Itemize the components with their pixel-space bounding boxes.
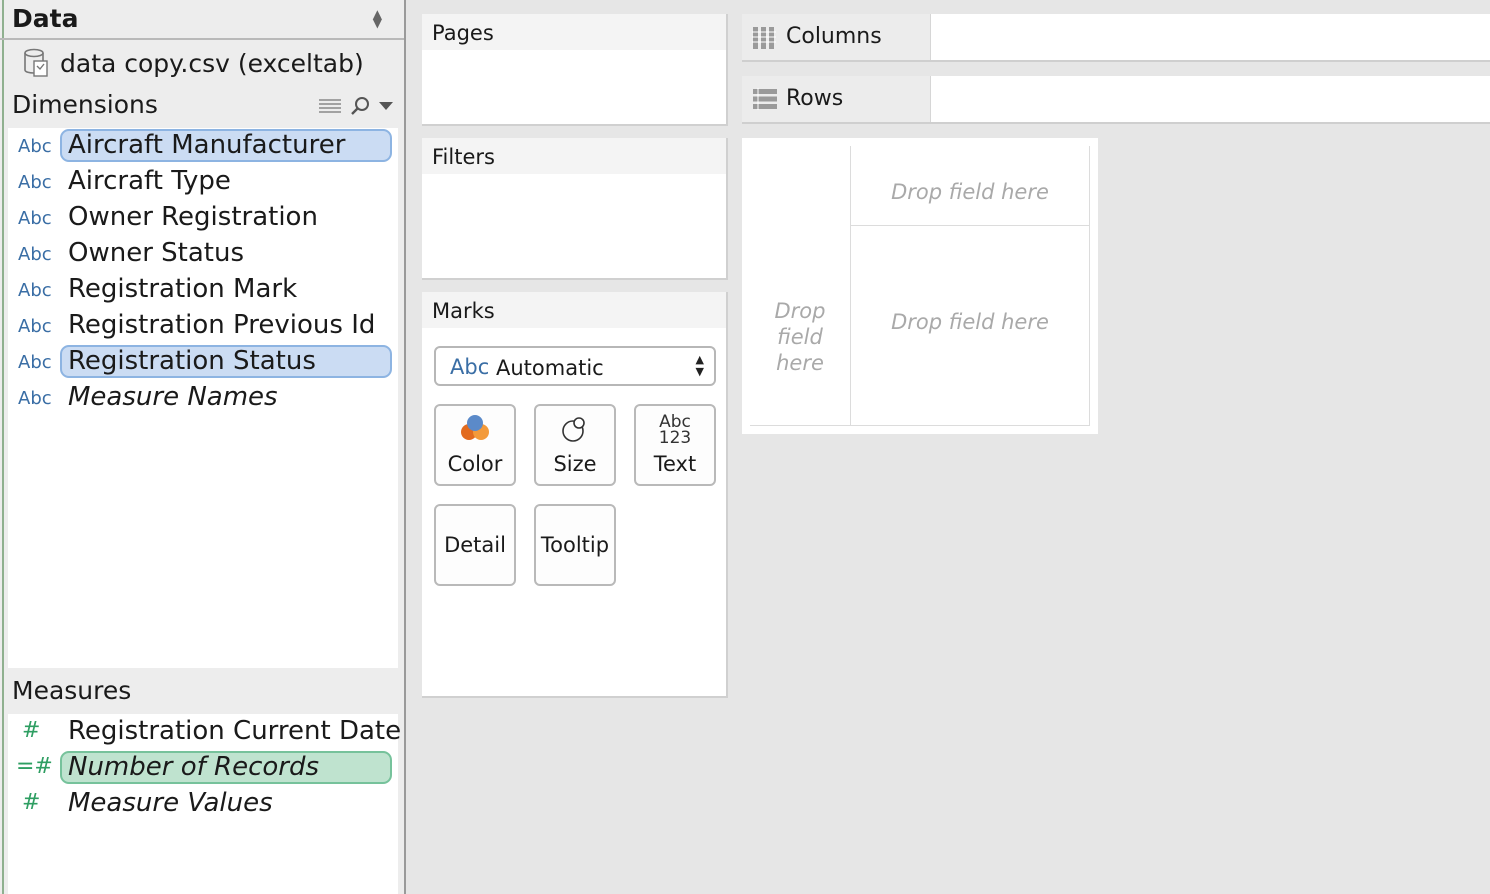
field-label: Aircraft Manufacturer (68, 130, 346, 160)
view-canvas: Drop field here Drop field here Drop fie… (742, 138, 1098, 434)
data-pane-header: Data ▲ ▼ (0, 0, 404, 40)
dimension-field-registration-mark[interactable]: Abc Registration Mark (8, 272, 398, 308)
text-icon-123: 123 (658, 428, 692, 448)
mark-type-icon: Abc (450, 355, 490, 379)
dimension-field-owner-status[interactable]: Abc Owner Status (8, 236, 398, 272)
measures-list: # Registration Current Date =# Number of… (8, 714, 402, 894)
text-button[interactable]: Abc 123 Text (634, 404, 716, 486)
dimension-field-owner-registration[interactable]: Abc Owner Registration (8, 200, 398, 236)
tooltip-button[interactable]: Tooltip (534, 504, 616, 586)
field-label: Registration Current Date (68, 716, 402, 746)
mark-type-select[interactable]: Abc Automatic ▲ ▼ (434, 346, 716, 386)
columns-shelf-header: Columns (742, 14, 931, 60)
string-type-icon: Abc (18, 352, 52, 373)
list-view-icon[interactable] (318, 97, 342, 115)
size-button-label: Size (553, 452, 597, 476)
string-type-icon: Abc (18, 172, 52, 193)
field-label: Owner Status (68, 238, 245, 268)
calculated-number-icon: =# (16, 754, 53, 779)
field-label: Measure Names (68, 382, 278, 412)
field-label: Registration Mark (68, 274, 298, 304)
measure-field-registration-current-date[interactable]: # Registration Current Date (8, 714, 402, 750)
text-icon: Abc 123 (658, 414, 692, 448)
columns-shelf[interactable]: Columns (742, 14, 1490, 62)
filters-card[interactable]: Filters (422, 138, 728, 280)
tableau-worksheet: Data ▲ ▼ data copy.csv (exceltab) Dimensi… (0, 0, 1490, 894)
measure-field-number-of-records[interactable]: =# Number of Records (8, 750, 398, 786)
marks-card: Marks Abc Automatic ▲ ▼ Color Size Abc 1… (422, 292, 728, 698)
data-pane: Data ▲ ▼ data copy.csv (exceltab) Dimensi… (0, 0, 406, 894)
rows-icon (753, 88, 777, 110)
columns-shelf-label: Columns (786, 24, 882, 49)
size-button[interactable]: Size (534, 404, 616, 486)
pages-card[interactable]: Pages (422, 14, 728, 126)
measures-title: Measures (12, 676, 132, 705)
dimension-field-aircraft-manufacturer[interactable]: Abc Aircraft Manufacturer (8, 128, 398, 164)
filters-card-title: Filters (422, 138, 726, 174)
detail-button-label: Detail (444, 533, 506, 557)
rows-shelf-label: Rows (786, 86, 844, 111)
field-label: Registration Previous Id (68, 310, 376, 340)
database-icon (24, 48, 48, 77)
columns-drop-zone[interactable]: Drop field here (850, 146, 1090, 226)
string-type-icon: Abc (18, 280, 52, 301)
string-type-icon: Abc (18, 208, 52, 229)
size-icon (562, 417, 585, 442)
field-label: Measure Values (68, 788, 273, 818)
number-type-icon: # (22, 718, 41, 743)
tooltip-button-label: Tooltip (540, 533, 610, 557)
rows-shelf-header: Rows (742, 76, 931, 122)
datasource-name: data copy.csv (exceltab) (60, 48, 364, 78)
field-label: Owner Registration (68, 202, 318, 232)
chevron-down-icon[interactable] (378, 100, 394, 112)
rows-shelf[interactable]: Rows (742, 76, 1490, 124)
dimension-field-registration-previous-id[interactable]: Abc Registration Previous Id (8, 308, 398, 344)
marks-card-title: Marks (422, 292, 726, 328)
dimensions-list: Abc Aircraft Manufacturer Abc Aircraft T… (8, 128, 398, 668)
dimensions-header: Dimensions (12, 88, 402, 124)
color-button-label: Color (447, 452, 503, 476)
dimension-field-aircraft-type[interactable]: Abc Aircraft Type (8, 164, 398, 200)
select-arrows-icon: ▲ ▼ (695, 353, 704, 378)
dimensions-title: Dimensions (12, 90, 158, 119)
string-type-icon: Abc (18, 136, 52, 157)
field-label: Aircraft Type (68, 166, 231, 196)
search-icon[interactable] (350, 96, 370, 116)
string-type-icon: Abc (18, 244, 52, 265)
dimension-field-measure-names[interactable]: Abc Measure Names (8, 380, 398, 416)
measure-field-measure-values[interactable]: # Measure Values (8, 786, 398, 822)
pages-card-title: Pages (422, 14, 726, 50)
field-label: Registration Status (68, 346, 316, 376)
string-type-icon: Abc (18, 316, 52, 337)
field-label: Number of Records (68, 752, 320, 782)
main-drop-zone[interactable]: Drop field here (850, 226, 1090, 426)
mark-type-value: Automatic (496, 356, 604, 380)
columns-icon (752, 27, 776, 49)
pane-edge (2, 0, 4, 894)
color-button[interactable]: Color (434, 404, 516, 486)
rows-drop-zone[interactable]: Drop field here (750, 226, 850, 426)
string-type-icon: Abc (18, 388, 52, 409)
detail-button[interactable]: Detail (434, 504, 516, 586)
up-down-arrows-icon[interactable]: ▲ ▼ (373, 8, 382, 29)
text-button-label: Text (653, 452, 697, 476)
datasource-item[interactable]: data copy.csv (exceltab) (0, 40, 404, 86)
dimension-field-registration-status[interactable]: Abc Registration Status (8, 344, 398, 380)
data-pane-title: Data (12, 4, 79, 33)
dimensions-toolbar (318, 96, 394, 116)
number-type-icon: # (22, 790, 41, 815)
color-icon (461, 415, 489, 440)
